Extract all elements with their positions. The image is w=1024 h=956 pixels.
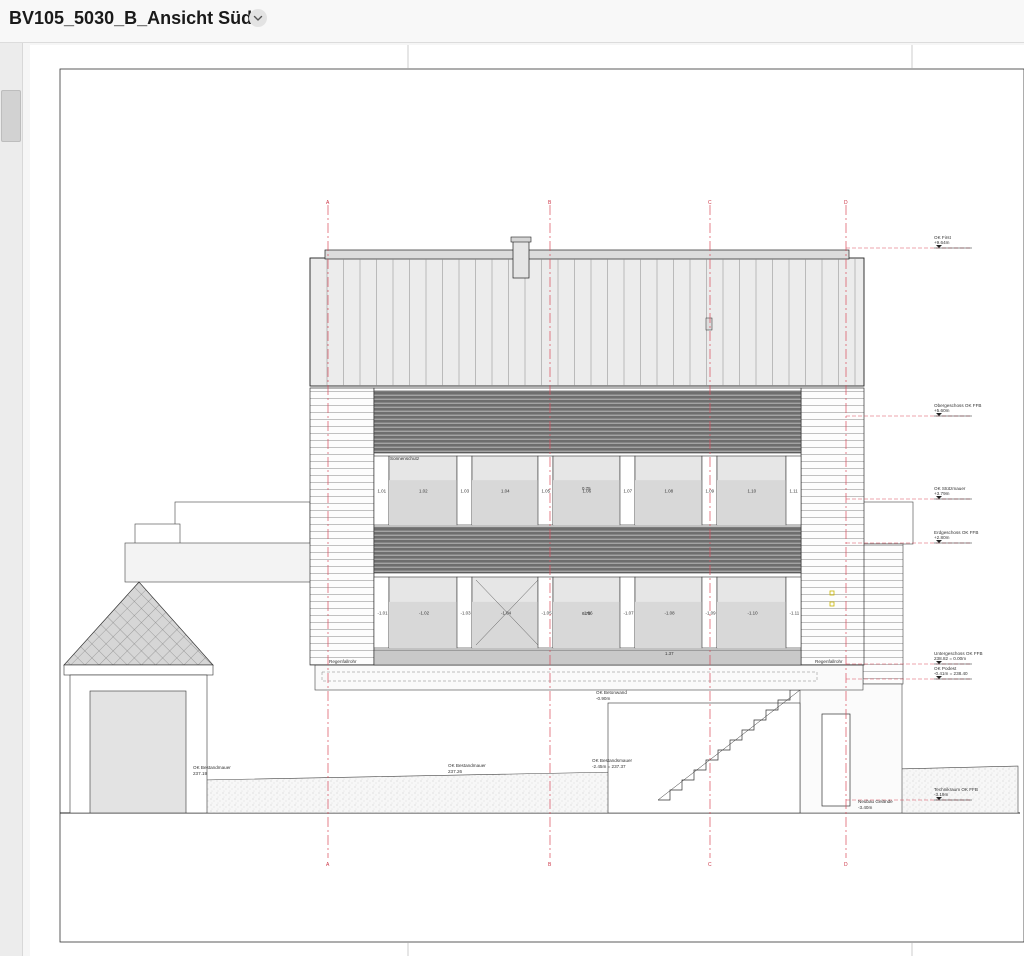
axis-label-bottom: C — [708, 862, 712, 868]
page-sidebar — [0, 43, 23, 956]
main-house: 1.01 1.02 1.03 1.04 1.05 1.06 1.07 1.08 1.09 1.10… — [309, 236, 865, 666]
title-menu-button[interactable] — [249, 9, 267, 27]
lower-center-dimension: 0.75 — [582, 611, 591, 616]
level-value: +2.80m — [934, 535, 950, 540]
level-value: -0.41m = 238.40 — [934, 671, 968, 676]
bestandmauer-3-label: OK Bestandsmauer — [592, 758, 633, 763]
level-marker-icon — [936, 245, 942, 248]
title-bar: BV105_5030_B_Ansicht Süd — [0, 0, 1024, 43]
axis-label-top: B — [548, 200, 552, 206]
lower-window-dimension: -1.08 — [665, 611, 676, 616]
axis-label-top: D — [844, 200, 848, 206]
level-value: +5.60m — [934, 408, 950, 413]
axis-label-bottom: D — [844, 862, 848, 868]
lower-window-dimension: -1.07 — [624, 611, 635, 616]
lower-window-dimension: -1.01 — [378, 611, 389, 616]
upper-center-dimension: 0.75 — [582, 486, 591, 491]
level-marker-icon — [936, 496, 942, 499]
upper-window-dimension: 1.07 — [624, 489, 633, 494]
page-thumbnail-handle[interactable] — [1, 90, 21, 142]
level-marker-icon — [936, 540, 942, 543]
neubau-value: -3.40m — [858, 805, 872, 810]
axis-label-bottom: A — [326, 862, 330, 868]
level-marker-icon — [936, 661, 942, 664]
document-title[interactable]: BV105_5030_B_Ansicht Süd — [9, 8, 252, 29]
roof-vent — [705, 317, 713, 331]
bestandmauer-1-value: 237.19 — [193, 771, 207, 776]
upper-window-dimension: 1.08 — [665, 489, 674, 494]
upper-window-dimension: 1.03 — [461, 489, 470, 494]
axis-label-top: C — [708, 200, 712, 206]
upper-window-dimension: 1.04 — [501, 489, 510, 494]
regenfallrohr-left-label: Regenfallrohr — [329, 659, 357, 664]
chevron-down-icon — [253, 15, 263, 21]
upper-window-dimension: 1.11 — [790, 489, 799, 494]
lower-window-dimension: -1.11 — [790, 611, 800, 616]
level-value: +9.64m — [934, 240, 950, 245]
axis-label-top: A — [326, 200, 330, 206]
upper-window-dimension: 1.10 — [748, 489, 757, 494]
level-value: +3.79m — [934, 491, 950, 496]
level-marker-icon — [936, 413, 942, 416]
level-value: 238.82 = 0.00m — [934, 656, 966, 661]
podest-slab — [314, 664, 864, 691]
bestandmauer-1-label: OK Bestandmauer — [193, 765, 231, 770]
stair-width-dimension: 1.37 — [665, 651, 674, 656]
bestandmauer-3-value: -2.45m = 237.37 — [592, 764, 626, 769]
upper-window-dimension: 1.02 — [419, 489, 428, 494]
drawing-page: 1.01 1.02 1.03 1.04 1.05 1.06 1.07 1.08 1.09 1.10… — [30, 45, 1024, 956]
neubau-label: Neubau Gelände — [858, 799, 893, 804]
regenfallrohr-right-label: Regenfallrohr — [815, 659, 843, 664]
chimney — [512, 239, 530, 279]
lower-window-dimension: -1.05 — [542, 611, 553, 616]
betonwand-value: -0.90m — [596, 696, 610, 701]
elevation-drawing: 1.01 1.02 1.03 1.04 1.05 1.06 1.07 1.08 1.09 1.10… — [59, 45, 1024, 956]
sonnenschutz-label: Sonnenschutz — [390, 456, 420, 461]
lower-window-dimension: -1.03 — [461, 611, 472, 616]
lower-window-dimension: -1.09 — [706, 611, 717, 616]
bestandmauer-2-value: 237.26 — [448, 769, 462, 774]
stair-block — [607, 689, 801, 814]
level-value: -3.19m — [934, 792, 948, 797]
bestandmauer-2-label: OK Bestandmauer — [448, 763, 486, 768]
level-marker-icon — [936, 676, 942, 679]
neighbor-building-left — [63, 501, 316, 814]
upper-window-dimension: 1.05 — [542, 489, 551, 494]
lower-window-dimension: -1.02 — [419, 611, 430, 616]
betonwand-label: OK Betonwand — [596, 690, 627, 695]
lower-window-dimension: -1.10 — [748, 611, 759, 616]
axis-label-bottom: B — [548, 862, 552, 868]
upper-window-dimension: 1.01 — [378, 489, 387, 494]
